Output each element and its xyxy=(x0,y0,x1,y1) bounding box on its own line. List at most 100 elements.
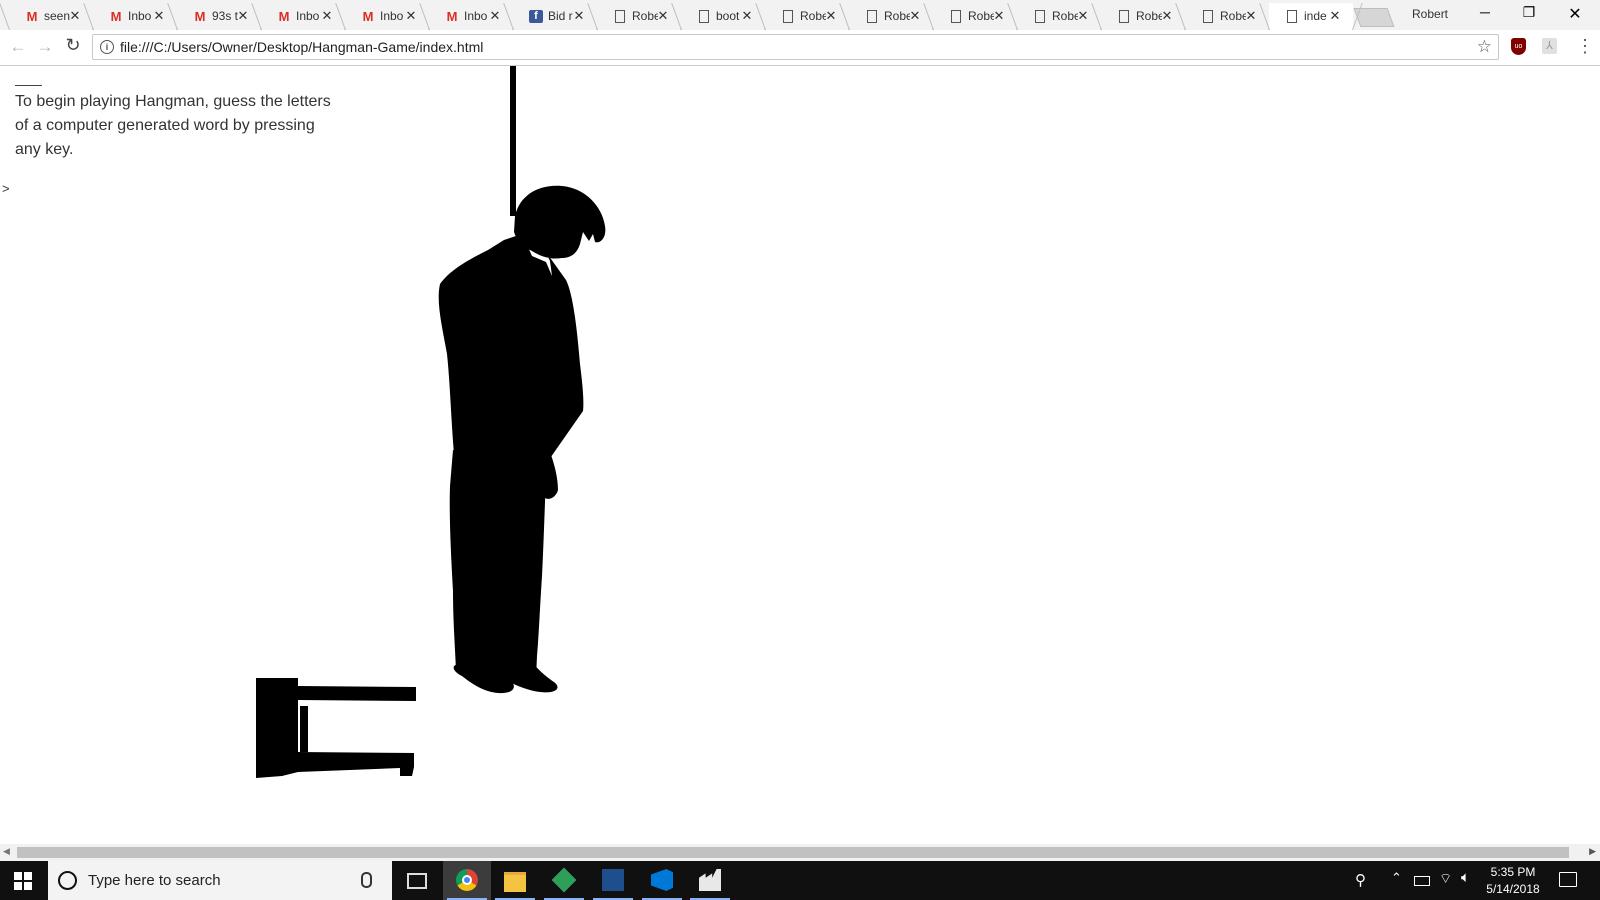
document-icon xyxy=(867,10,877,23)
people-icon[interactable]: ⚲ xyxy=(1355,871,1366,889)
volume-icon[interactable]: 🔈︎ xyxy=(1461,869,1470,886)
minimize-button[interactable]: ─ xyxy=(1475,4,1495,20)
wifi-icon[interactable]: ⌔ xyxy=(1439,870,1452,888)
horizontal-scrollbar[interactable]: ◀ ▶ xyxy=(0,844,1600,861)
tab-close-icon[interactable] xyxy=(909,8,921,24)
tab-close-icon[interactable] xyxy=(993,8,1005,24)
tab-title[interactable]: Robe xyxy=(884,9,910,23)
scroll-right-arrow[interactable]: ▶ xyxy=(1589,846,1596,857)
taskbar-chrome[interactable] xyxy=(443,861,491,900)
git-gui-icon xyxy=(551,867,577,893)
microphone-icon[interactable] xyxy=(361,872,372,888)
tab-title[interactable]: seen xyxy=(44,9,70,23)
task-view-icon[interactable] xyxy=(407,873,427,889)
browser-tab[interactable]: Robe xyxy=(1185,3,1269,30)
browser-tab[interactable]: M 93s t xyxy=(177,3,261,30)
reload-button[interactable]: ↻ xyxy=(63,35,83,56)
tab-close-icon[interactable] xyxy=(489,8,501,24)
back-button[interactable]: ← xyxy=(8,37,28,57)
tab-title[interactable]: Inbo xyxy=(380,9,406,23)
taskbar-git-gui[interactable] xyxy=(540,861,588,900)
file-explorer-icon xyxy=(504,872,526,892)
browser-tab[interactable]: M Inbo xyxy=(429,3,513,30)
browser-tab[interactable]: M Inbo xyxy=(261,3,345,30)
tab-title[interactable]: Robe xyxy=(632,9,658,23)
browser-tab[interactable]: Robe xyxy=(849,3,933,30)
word-blanks xyxy=(15,66,42,86)
scrollbar-thumb[interactable] xyxy=(17,847,1569,858)
search-placeholder[interactable]: Type here to search xyxy=(88,872,221,889)
close-window-button[interactable]: ✕ xyxy=(1565,4,1585,24)
tab-title[interactable]: inde xyxy=(1304,9,1330,23)
guess-prompt: > xyxy=(2,181,10,196)
browser-tab[interactable]: Robe xyxy=(1017,3,1101,30)
tab-close-icon[interactable] xyxy=(1077,8,1089,24)
profile-name[interactable]: Robert xyxy=(1412,7,1448,21)
browser-tab[interactable]: Robe xyxy=(933,3,1017,30)
tab-title[interactable]: Inbo xyxy=(296,9,322,23)
browser-tab[interactable]: M Inbo xyxy=(345,3,429,30)
url-text[interactable]: file:///C:/Users/Owner/Desktop/Hangman-G… xyxy=(120,39,483,55)
browser-tab[interactable]: Robe xyxy=(597,3,681,30)
taskbar-file-explorer[interactable] xyxy=(491,861,539,900)
browser-tab[interactable]: boot xyxy=(681,3,765,30)
document-icon xyxy=(1203,10,1213,23)
action-center-icon[interactable] xyxy=(1559,872,1577,887)
tab-title[interactable]: boot xyxy=(716,9,742,23)
tab-close-icon[interactable] xyxy=(657,8,669,24)
tab-close-icon[interactable] xyxy=(69,8,81,24)
tab-title[interactable]: 93s t xyxy=(212,9,238,23)
gmail-icon: M xyxy=(446,9,458,24)
tab-close-icon[interactable] xyxy=(825,8,837,24)
tab-close-icon[interactable] xyxy=(153,8,165,24)
tab-title[interactable]: Inbo xyxy=(128,9,154,23)
tab-close-icon[interactable] xyxy=(741,8,753,24)
clock-time[interactable]: 5:35 PM xyxy=(1483,865,1543,879)
browser-menu-icon[interactable]: ⋮ xyxy=(1576,36,1594,57)
tab-title[interactable]: Robe xyxy=(1220,9,1246,23)
facebook-icon: f xyxy=(529,10,543,23)
address-bar[interactable]: i file:///C:/Users/Owner/Desktop/Hangman… xyxy=(92,34,1499,60)
info-icon[interactable]: i xyxy=(100,40,114,54)
taskbar-search-box[interactable]: Type here to search xyxy=(48,861,392,900)
pdf-extension-icon[interactable]: ⅄ xyxy=(1542,38,1557,54)
browser-tab[interactable]: f Bid r xyxy=(513,3,597,30)
tab-title[interactable]: Robe xyxy=(800,9,826,23)
tab-title[interactable]: Robe xyxy=(1136,9,1162,23)
taskbar-vscode[interactable] xyxy=(638,861,686,900)
tab-title[interactable]: Robe xyxy=(1052,9,1078,23)
chair-slat xyxy=(322,706,330,752)
tab-title[interactable]: Inbo xyxy=(464,9,490,23)
ublock-extension-icon[interactable]: uo xyxy=(1511,38,1526,55)
tab-close-icon[interactable] xyxy=(573,8,585,24)
gmail-icon: M xyxy=(278,9,290,24)
bookmark-star-icon[interactable]: ☆ xyxy=(1477,37,1492,57)
tab-close-icon[interactable] xyxy=(1245,8,1257,24)
browser-tab[interactable]: Robe xyxy=(765,3,849,30)
windows-start-icon[interactable] xyxy=(14,872,32,890)
tab-title[interactable]: Robe xyxy=(968,9,994,23)
show-hidden-icons-chevron-icon[interactable]: ⌃ xyxy=(1391,870,1402,886)
taskbar-factory-app[interactable] xyxy=(686,861,734,900)
browser-tab[interactable]: Mseen xyxy=(9,3,93,30)
tab-close-icon[interactable] xyxy=(321,8,333,24)
browser-tab[interactable]: inde xyxy=(1269,3,1353,30)
scroll-left-arrow[interactable]: ◀ xyxy=(3,846,10,857)
clock-date[interactable]: 5/14/2018 xyxy=(1483,882,1543,896)
taskbar-ssms[interactable] xyxy=(589,861,637,900)
tab-close-icon[interactable] xyxy=(1161,8,1173,24)
restore-button[interactable]: ❐ xyxy=(1519,4,1539,21)
tab-close-icon[interactable] xyxy=(1329,8,1341,24)
chair-slat xyxy=(312,706,320,752)
gmail-icon: M xyxy=(110,9,122,24)
forward-button[interactable]: → xyxy=(35,37,55,57)
windows-taskbar: Type here to search ⚲ ⌃ ⌔ 🔈︎ 5:35 PM 5/1… xyxy=(0,861,1600,900)
browser-tab[interactable]: Robe xyxy=(1101,3,1185,30)
tab-close-icon[interactable] xyxy=(237,8,249,24)
factory-icon xyxy=(699,869,721,891)
battery-icon[interactable] xyxy=(1414,876,1430,886)
tab-title[interactable]: Bid r xyxy=(548,9,574,23)
cortana-icon[interactable] xyxy=(58,871,77,890)
tab-close-icon[interactable] xyxy=(405,8,417,24)
browser-tab[interactable]: M Inbo xyxy=(93,3,177,30)
